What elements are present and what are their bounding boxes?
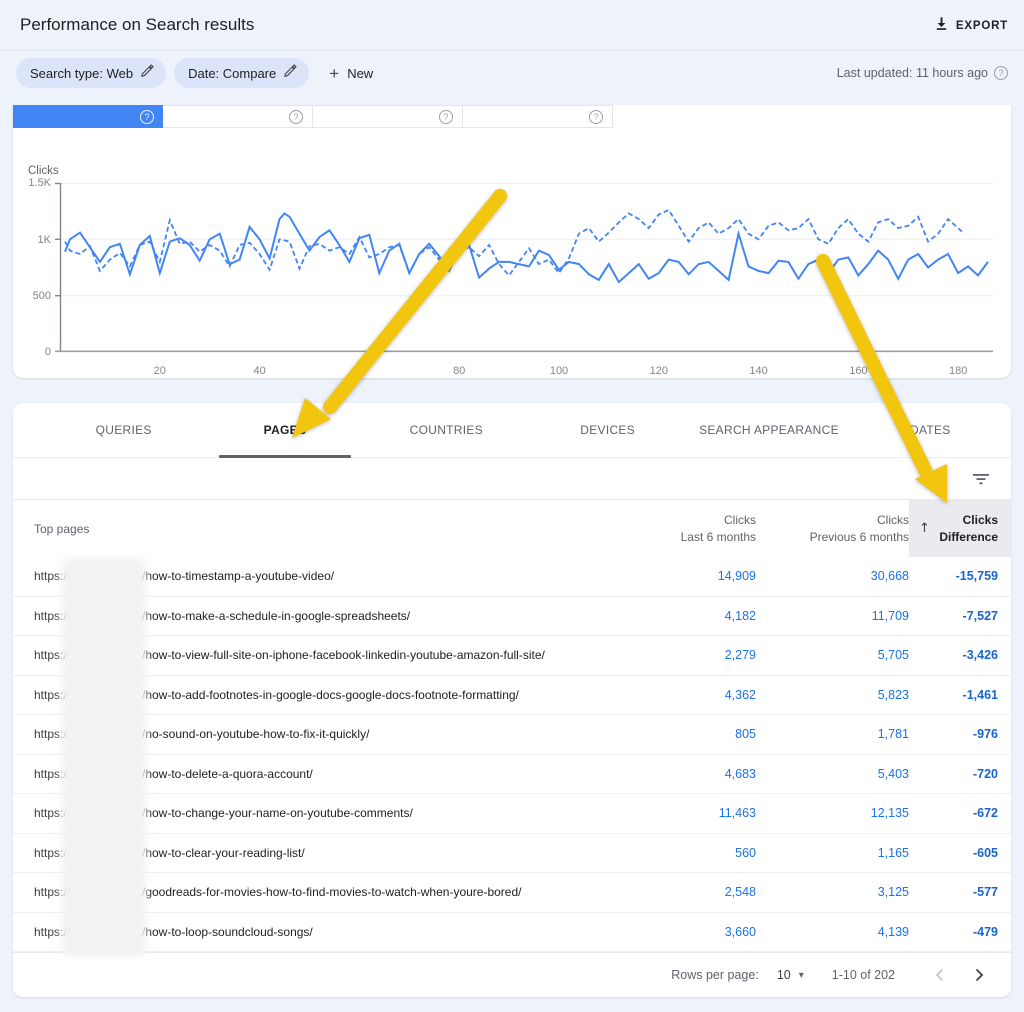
y-tick: 500 bbox=[13, 290, 51, 302]
metric-cards-row: ? ? ? ? bbox=[13, 105, 1011, 128]
sort-ascending-icon: ↑ bbox=[919, 521, 930, 536]
table-row[interactable]: https:///how-to-delete-a-quora-account/ … bbox=[13, 755, 1011, 795]
search-console-performance-page: Performance on Search results EXPORT Sea… bbox=[0, 0, 1024, 1012]
table-row[interactable]: https:///how-to-make-a-schedule-in-googl… bbox=[13, 597, 1011, 637]
table-row[interactable]: https:///goodreads-for-movies-how-to-fin… bbox=[13, 873, 1011, 913]
export-button[interactable]: EXPORT bbox=[934, 0, 1008, 51]
table-body: https:///how-to-timestamp-a-youtube-vide… bbox=[13, 557, 1011, 952]
pagination-range: 1-10 of 202 bbox=[832, 968, 895, 982]
help-circle-icon[interactable]: ? bbox=[439, 110, 453, 124]
chevron-down-icon: ▾ bbox=[799, 970, 804, 981]
edit-pencil-icon bbox=[141, 64, 154, 82]
x-tick: 80 bbox=[453, 365, 465, 377]
rows-per-page-label: Rows per page: bbox=[671, 968, 759, 982]
clicks-chart: Clicks 1.5K 1K 500 0 20 40 60 80 100 bbox=[13, 128, 1011, 378]
line-chart-plot bbox=[60, 183, 993, 352]
x-tick: 40 bbox=[253, 365, 265, 377]
x-tick: 140 bbox=[749, 365, 767, 377]
table-row[interactable]: https:///how-to-loop-soundcloud-songs/ 3… bbox=[13, 913, 1011, 953]
tab-queries[interactable]: QUERIES bbox=[43, 403, 204, 457]
dimensions-table-card: QUERIES PAGES COUNTRIES DEVICES SEARCH A… bbox=[13, 403, 1011, 997]
column-header-clicks-difference[interactable]: ↑ Clicks Difference bbox=[909, 500, 1011, 557]
redaction-blur bbox=[66, 562, 142, 952]
table-row[interactable]: https:///how-to-clear-your-reading-list/… bbox=[13, 834, 1011, 874]
table-row[interactable]: https:///how-to-timestamp-a-youtube-vide… bbox=[13, 557, 1011, 597]
previous-page-button[interactable] bbox=[923, 959, 955, 991]
filter-rows-icon[interactable] bbox=[967, 465, 995, 493]
tab-dates[interactable]: DATES bbox=[850, 403, 1011, 457]
table-row[interactable]: https:///how-to-change-your-name-on-yout… bbox=[13, 794, 1011, 834]
dimension-tabs: QUERIES PAGES COUNTRIES DEVICES SEARCH A… bbox=[13, 403, 1011, 458]
x-tick: 160 bbox=[849, 365, 867, 377]
column-header-clicks-previous[interactable]: Clicks Previous 6 months bbox=[756, 500, 909, 557]
x-tick: 20 bbox=[154, 365, 166, 377]
table-row[interactable]: https:///no-sound-on-youtube-how-to-fix-… bbox=[13, 715, 1011, 755]
table-row[interactable]: https:///how-to-add-footnotes-in-google-… bbox=[13, 676, 1011, 716]
x-tick: 100 bbox=[550, 365, 568, 377]
next-page-button[interactable] bbox=[963, 959, 995, 991]
x-tick: 120 bbox=[650, 365, 668, 377]
help-circle-icon[interactable]: ? bbox=[289, 110, 303, 124]
chip-search-type[interactable]: Search type: Web bbox=[16, 58, 166, 88]
metric-card-position[interactable]: ? bbox=[463, 105, 613, 128]
y-axis-title: Clicks bbox=[28, 165, 59, 177]
column-header-top-pages[interactable]: Top pages bbox=[13, 500, 603, 557]
metric-card-ctr[interactable]: ? bbox=[313, 105, 463, 128]
column-header-clicks-last[interactable]: Clicks Last 6 months bbox=[603, 500, 756, 557]
top-bar: Performance on Search results EXPORT bbox=[0, 0, 1024, 51]
tab-countries[interactable]: COUNTRIES bbox=[366, 403, 527, 457]
download-icon bbox=[934, 16, 949, 36]
metric-card-impressions[interactable]: ? bbox=[163, 105, 313, 128]
x-tick: 180 bbox=[949, 365, 967, 377]
tab-devices[interactable]: DEVICES bbox=[527, 403, 688, 457]
x-tick: 60 bbox=[353, 365, 365, 377]
tab-pages[interactable]: PAGES bbox=[204, 403, 365, 457]
plus-icon: + bbox=[329, 65, 339, 82]
chip-date-compare[interactable]: Date: Compare bbox=[174, 58, 309, 88]
table-row[interactable]: https:///how-to-view-full-site-on-iphone… bbox=[13, 636, 1011, 676]
pagination-bar: Rows per page: 10 ▾ 1-10 of 202 bbox=[13, 952, 1011, 997]
export-label: EXPORT bbox=[956, 20, 1008, 32]
table-header: Top pages Clicks Last 6 months Clicks Pr… bbox=[13, 500, 1011, 557]
rows-per-page-select[interactable]: 10 ▾ bbox=[777, 968, 804, 982]
current-period-line bbox=[65, 213, 988, 282]
previous-period-line bbox=[65, 210, 963, 275]
y-tick: 0 bbox=[13, 346, 51, 358]
help-circle-icon[interactable]: ? bbox=[994, 66, 1008, 80]
metric-card-clicks[interactable]: ? bbox=[13, 105, 163, 128]
y-tick: 1K bbox=[13, 234, 51, 246]
y-tick: 1.5K bbox=[13, 177, 51, 189]
table-toolbar bbox=[13, 458, 1011, 500]
help-circle-icon[interactable]: ? bbox=[589, 110, 603, 124]
new-filter-button[interactable]: + New bbox=[329, 65, 373, 82]
chart-card: ? ? ? ? Clicks 1.5K 1K 500 0 bbox=[13, 105, 1011, 378]
help-circle-icon[interactable]: ? bbox=[140, 110, 154, 124]
filter-bar: Search type: Web Date: Compare + New Las… bbox=[0, 51, 1024, 95]
tab-search-appearance[interactable]: SEARCH APPEARANCE bbox=[688, 403, 849, 457]
page-title: Performance on Search results bbox=[20, 15, 254, 35]
edit-pencil-icon bbox=[284, 64, 297, 82]
last-updated: Last updated: 11 hours ago ? bbox=[837, 66, 1008, 80]
